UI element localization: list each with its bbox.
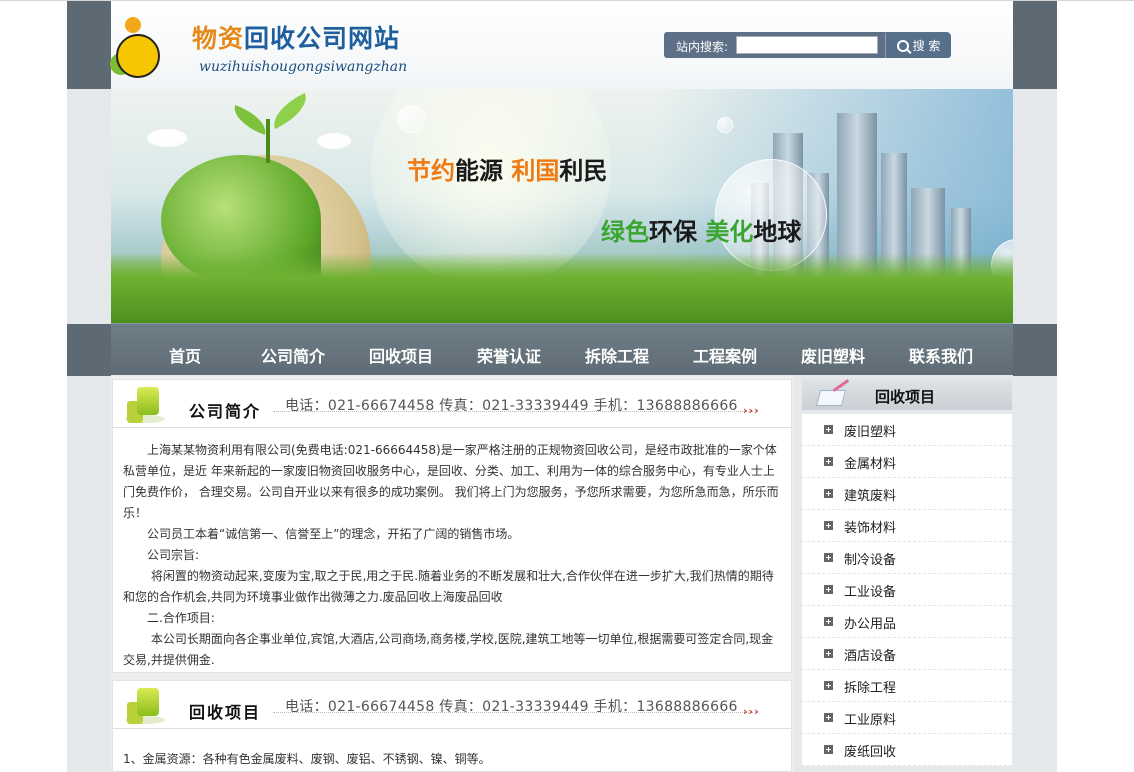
plus-box-icon [824,649,833,658]
plus-box-icon [824,553,833,562]
about-paragraph: 上海某某物资利用有限公司(免费电话:021-66664458)是一家严格注册的正… [123,443,779,520]
plus-box-icon [824,745,833,754]
plus-box-icon [824,681,833,690]
projects-panel-header: 回收项目 电话：021-66674458 传真：021-33339449 手机：… [113,681,791,729]
plus-box-icon [824,713,833,722]
leaf-icon [229,105,271,135]
hero-banner: 节约能源 利国利民 绿色环保 美化地球 [111,89,1013,323]
sidebar-item-construction-waste[interactable]: 建筑废料 [802,478,1012,510]
search-icon [896,39,909,52]
more-arrows-icon[interactable]: ››› [743,705,760,718]
sidebar-item-industrial-equipment[interactable]: 工业设备 [802,574,1012,606]
bubble-decoration [717,117,733,133]
leaf-icon [266,93,314,129]
right-sidebar: 回收项目 废旧塑料 金属材料 建筑废料 装饰材料 制冷设备 工业设备 办公用品 … [794,375,1013,772]
bottle-icon [125,387,165,423]
nav-item-about[interactable]: 公司简介 [261,343,325,367]
sidebar-item-waste-paper[interactable]: 废纸回收 [802,734,1012,766]
left-side-column [67,1,111,772]
sidebar-item-office-supplies[interactable]: 办公用品 [802,606,1012,638]
nav-item-cases[interactable]: 工程案例 [693,343,757,367]
plus-box-icon [824,585,833,594]
sidebar-item-metal[interactable]: 金属材料 [802,446,1012,478]
site-title-pinyin: wuzihuishougongsiwangzhan [199,59,408,75]
sidebar-item-demolition[interactable]: 拆除工程 [802,670,1012,702]
sidebar-item-plastics[interactable]: 废旧塑料 [802,414,1012,446]
right-side-column [1013,1,1057,772]
about-contact-info: 电话：021-66674458 传真：021-33339449 手机：13688… [285,398,738,414]
plus-box-icon [824,489,833,498]
projects-title: 回收项目 [189,703,262,722]
plus-box-icon [824,521,833,530]
sidebar-item-hotel-equipment[interactable]: 酒店设备 [802,638,1012,670]
nav-item-demolition[interactable]: 拆除工程 [585,343,649,367]
more-arrows-icon[interactable]: ››› [743,404,760,417]
nav-item-contact[interactable]: 联系我们 [909,343,973,367]
banner-slogan-1: 节约能源 利国利民 [407,157,608,185]
site-header: 物资回收公司网站 wuzihuishougongsiwangzhan 站内搜索:… [110,1,1013,89]
nav-item-plastics[interactable]: 废旧塑料 [801,343,865,367]
plus-box-icon [824,457,833,466]
main-nav: 首页 公司简介 回收项目 荣誉认证 拆除工程 工程案例 废旧塑料 联系我们 [111,323,1013,375]
about-text: 上海某某物资利用有限公司(免费电话:021-66664458)是一家严格注册的正… [113,428,791,671]
projects-contact-info: 电话：021-66674458 传真：021-33339449 手机：13688… [285,699,738,715]
bottle-icon [125,688,165,724]
search-button-label: 搜 索 [912,39,941,53]
about-panel-header: 公司简介 电话：021-66674458 传真：021-33339449 手机：… [113,380,791,428]
about-paragraph: 将闲置的物资动起来,变废为宝,取之于民,用之于民.随着业务的不断发展和壮大,合作… [123,569,774,604]
about-panel: 公司简介 电话：021-66674458 传真：021-33339449 手机：… [112,379,792,673]
plus-box-icon [824,425,833,434]
site-title: 物资回收公司网站 [192,24,401,53]
grass-field [111,253,1013,323]
about-paragraph: 本公司长期面向各企事业单位,宾馆,大酒店,公司商场,商务楼,学校,医院,建筑工地… [123,632,774,667]
search-label: 站内搜索: [676,40,729,54]
sidebar-item-refrigeration[interactable]: 制冷设备 [802,542,1012,574]
projects-line: 1、金属资源：各种有色金属废料、废钢、废铝、不锈钢、镍、铜等。 [123,752,491,766]
logo-yellow-circle-icon [116,34,160,78]
sidebar-list: 废旧塑料 金属材料 建筑废料 装饰材料 制冷设备 工业设备 办公用品 酒店设备 … [802,414,1012,766]
about-title: 公司简介 [189,402,262,421]
main-content: 公司简介 电话：021-66674458 传真：021-33339449 手机：… [111,375,794,772]
sidebar-title: 回收项目 [875,388,936,406]
sidebar-header: 回收项目 [802,379,1012,410]
nav-item-home[interactable]: 首页 [169,343,201,367]
sidebar-item-industrial-materials[interactable]: 工业原料 [802,702,1012,734]
notepad-pen-icon [812,379,850,408]
about-paragraph: 公司宗旨: [123,548,200,562]
dove-icon [317,133,351,149]
search-button[interactable]: 搜 索 [885,33,951,58]
logo-orange-dot-icon [125,17,141,33]
search-bar: 站内搜索: 搜 索 [664,32,951,58]
bubble-decoration [397,105,425,133]
about-paragraph: 公司员工本着“诚信第一、信誉至上”的理念，开拓了广阔的销售市场。 [123,527,520,541]
search-input[interactable] [736,36,878,54]
dove-icon [147,129,187,147]
sidebar-item-decoration[interactable]: 装饰材料 [802,510,1012,542]
projects-text: 1、金属资源：各种有色金属废料、废钢、废铝、不锈钢、镍、铜等。 [113,729,791,770]
plus-box-icon [824,617,833,626]
projects-panel: 回收项目 电话：021-66674458 传真：021-33339449 手机：… [112,680,792,772]
about-paragraph: 二.合作项目: [123,611,215,625]
nav-item-projects[interactable]: 回收项目 [369,343,433,367]
sprout-stem [266,119,270,163]
banner-slogan-2: 绿色环保 美化地球 [601,218,802,246]
nav-item-honors[interactable]: 荣誉认证 [477,343,541,367]
